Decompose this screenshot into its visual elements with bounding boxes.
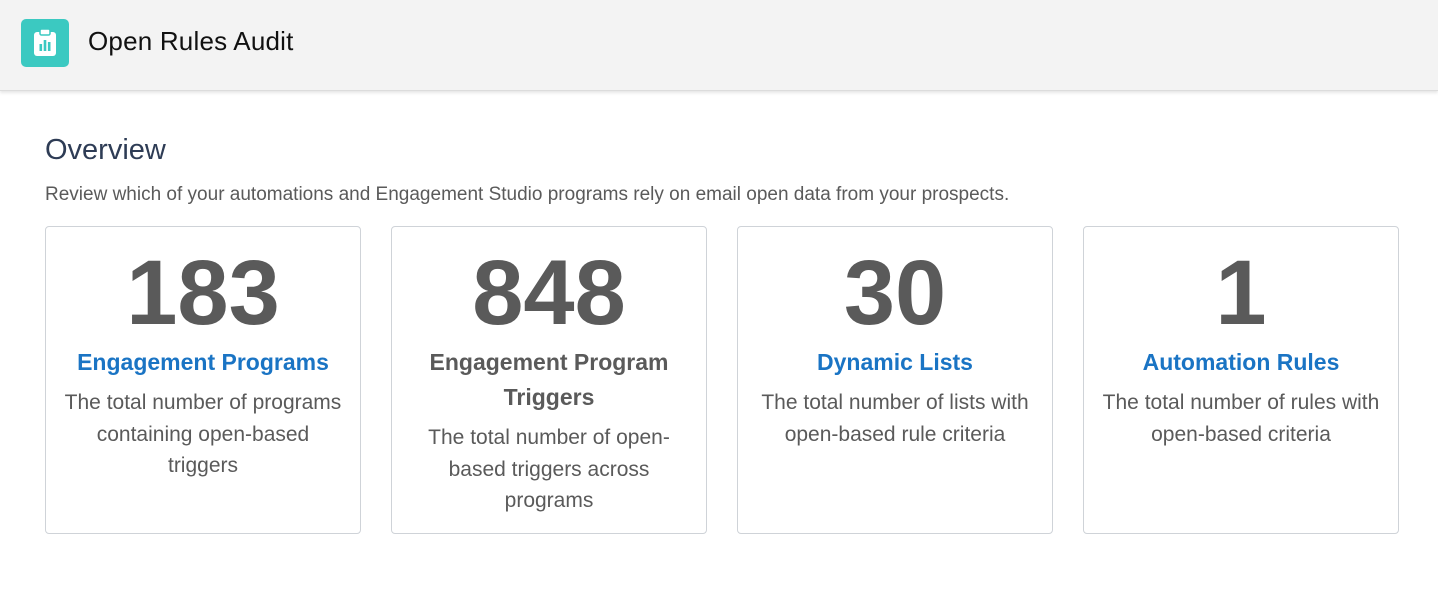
stat-number: 30: [843, 242, 947, 344]
automation-rules-link[interactable]: Automation Rules: [1104, 345, 1378, 380]
stat-number: 183: [126, 242, 280, 344]
page-title: Open Rules Audit: [88, 26, 294, 56]
clipboard-chart-icon: [21, 19, 69, 67]
dynamic-lists-link[interactable]: Dynamic Lists: [758, 345, 1032, 380]
overview-heading: Overview: [45, 134, 166, 166]
stat-card-dynamic-lists: 30 Dynamic Lists The total number of lis…: [737, 226, 1053, 534]
engagement-programs-link[interactable]: Engagement Programs: [66, 345, 340, 380]
overview-description: Review which of your automations and Eng…: [45, 184, 1010, 205]
stat-description: The total number of open-based triggers …: [428, 426, 670, 512]
stat-card-automation-rules: 1 Automation Rules The total number of r…: [1083, 226, 1399, 534]
stat-description: The total number of rules with open-base…: [1102, 391, 1380, 446]
page-header: Open Rules Audit: [0, 0, 1438, 91]
stat-description: The total number of programs containing …: [64, 391, 342, 477]
stat-number: 848: [472, 242, 626, 344]
stat-card-engagement-programs: 183 Engagement Programs The total number…: [45, 226, 361, 534]
stat-description: The total number of lists with open-base…: [761, 391, 1029, 446]
engagement-program-triggers-label: Engagement Program Triggers: [429, 349, 669, 410]
stat-card-engagement-program-triggers: 848 Engagement Program Triggers The tota…: [391, 226, 707, 534]
stat-number: 1: [1215, 242, 1267, 344]
